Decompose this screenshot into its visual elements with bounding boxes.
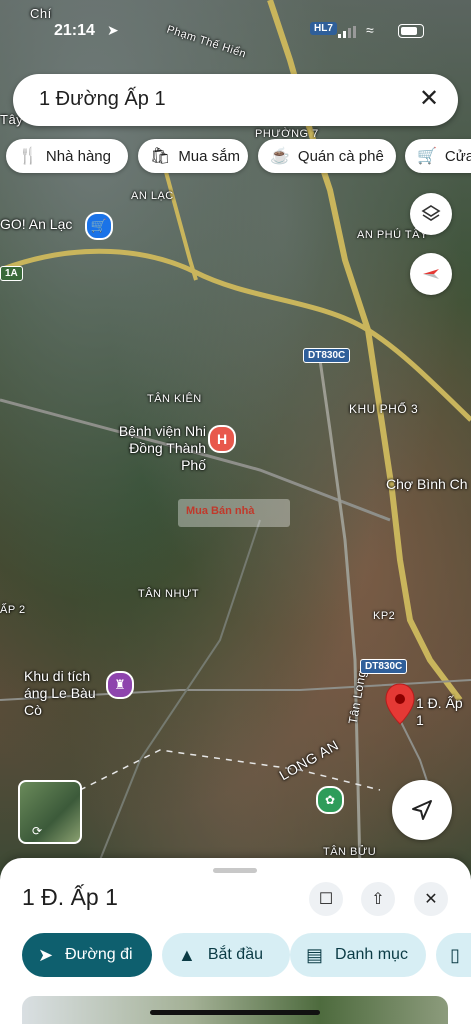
lists-button[interactable]: ▤ Danh mục	[290, 933, 426, 977]
area-label: KHU PHỐ 3	[349, 402, 419, 416]
road-shield: DT830C	[360, 659, 408, 674]
road-shield: DT830C	[303, 348, 351, 363]
share-icon: ⇧	[371, 891, 385, 908]
wifi-icon: ≈	[366, 22, 374, 38]
compass-icon	[423, 269, 439, 279]
place-title: 1 Đ. Ấp 1	[22, 884, 118, 910]
chip-shopping[interactable]: 🛍 Mua sắm	[138, 139, 248, 173]
status-bar: 21:14 ➤ HL7 ≈	[0, 20, 471, 44]
search-query[interactable]: 1 Đường Ấp 1	[39, 88, 166, 111]
area-label: TÂN BỬU	[323, 846, 377, 858]
poi-label: GO! An Lạc	[0, 216, 73, 232]
selected-location-pin-icon[interactable]	[384, 682, 416, 726]
route-badge: HL7	[310, 22, 337, 35]
more-actions-button[interactable]: ▯	[436, 933, 471, 977]
save-button[interactable]: ☐	[309, 882, 343, 916]
list-icon: ▤	[306, 944, 324, 965]
chip-convenience[interactable]: 🛒 Cửa	[405, 139, 471, 173]
directions-icon: ➤	[38, 944, 54, 965]
battery-icon	[398, 24, 424, 38]
pin-label[interactable]: 1 Đ. Ấp 1	[416, 695, 471, 729]
area-label: TÂN NHỰT	[138, 588, 200, 600]
chip-restaurants[interactable]: 🍴 Nhà hàng	[6, 139, 128, 173]
cart-icon: 🛒	[417, 148, 437, 165]
area-label: Chí	[30, 6, 52, 21]
area-label: TÂN KIÊN	[147, 393, 202, 405]
signal-icon	[338, 26, 356, 38]
navigation-arrow-icon: ▲	[178, 944, 196, 965]
street-view-thumbnail[interactable]: ⟳	[18, 780, 82, 844]
search-bar[interactable]: 1 Đường Ấp 1 ✕	[13, 74, 458, 126]
layers-icon	[421, 205, 441, 221]
shopping-cart-pin-icon[interactable]: 🛒	[85, 212, 113, 240]
compass-button[interactable]	[410, 253, 452, 295]
bookmark-icon: ▯	[450, 944, 460, 965]
rotate-360-icon: ⟳	[32, 824, 43, 838]
layers-button[interactable]	[410, 193, 452, 235]
my-location-button[interactable]	[392, 780, 452, 840]
navigation-arrow-icon	[412, 800, 432, 820]
coffee-cup-icon: ☕	[270, 148, 290, 165]
fork-knife-icon: 🍴	[18, 148, 38, 165]
clear-search-icon[interactable]: ✕	[414, 84, 444, 113]
start-button[interactable]: ▲ Bắt đầu	[162, 933, 290, 977]
location-arrow-icon: ➤	[107, 22, 119, 38]
share-button[interactable]: ⇧	[361, 882, 395, 916]
chip-coffee[interactable]: ☕ Quán cà phê	[258, 139, 396, 173]
hospital-label[interactable]: Bệnh viện Nhi Đồng Thành Phố	[106, 423, 206, 474]
poi-label: Chợ Bình Ch	[386, 476, 468, 492]
clock: 21:14	[54, 22, 95, 39]
bookmark-icon: ☐	[318, 891, 334, 908]
area-label: AN LẠC	[131, 190, 174, 202]
relic-label[interactable]: Khu di tích áng Le Bàu Cò	[24, 668, 104, 719]
close-button[interactable]: ✕	[414, 882, 448, 916]
area-label: ẤP 2	[0, 604, 26, 616]
shopping-bag-icon: 🛍	[150, 148, 171, 165]
area-label: AN PHÚ TÂY	[357, 229, 428, 241]
road-shield: 1A	[0, 266, 23, 281]
landmark-pin-icon[interactable]: ♜	[106, 671, 134, 699]
directions-button[interactable]: ➤ Đường đi	[22, 933, 152, 977]
home-indicator	[150, 1010, 320, 1015]
drag-handle[interactable]	[213, 868, 257, 873]
area-label: KP2	[373, 610, 396, 622]
hospital-pin-icon[interactable]: H	[208, 425, 236, 453]
close-icon: ✕	[424, 891, 438, 908]
park-pin-icon[interactable]: ✿	[316, 786, 344, 814]
place-bottom-sheet[interactable]: 1 Đ. Ấp 1 ☐ ⇧ ✕ ➤ Đường đi ▲ Bắt đầu ▤ Danh…	[0, 858, 471, 1024]
map-canvas[interactable]: Chí Phạm Thế Hiển PHƯỜNG 7 AN LẠC AN PHÚ…	[0, 0, 471, 870]
watermark: Mua Bán nhà	[178, 499, 290, 527]
